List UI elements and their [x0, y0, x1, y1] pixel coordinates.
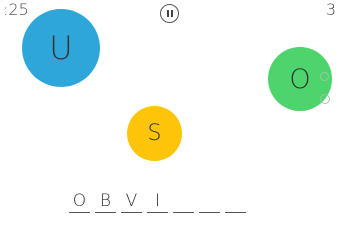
pause-icon-right-bar [171, 10, 173, 17]
pause-button[interactable] [160, 4, 179, 23]
bubble-letter: S [147, 121, 162, 146]
small-ring-decoration [320, 94, 330, 104]
word-slots: O B V I [69, 187, 246, 213]
pause-icon-left-bar [167, 10, 169, 17]
game-screen: :25 3 U S O O B V I [0, 0, 340, 227]
letter-bubble-u[interactable]: U [22, 9, 100, 87]
word-slot-3: V [121, 187, 142, 213]
word-slot-5 [173, 187, 194, 213]
score: 3 [325, 0, 336, 19]
bubble-letter: U [49, 29, 73, 67]
bubble-letter: O [289, 63, 311, 95]
letter-bubble-s[interactable]: S [127, 106, 182, 161]
word-slot-2: B [95, 187, 116, 213]
word-slot-7 [225, 187, 246, 213]
word-slot-1: O [69, 187, 90, 213]
small-ring-decoration [320, 72, 329, 81]
timer: :25 [3, 0, 29, 19]
word-slot-6 [199, 187, 220, 213]
word-slot-4: I [147, 187, 168, 213]
